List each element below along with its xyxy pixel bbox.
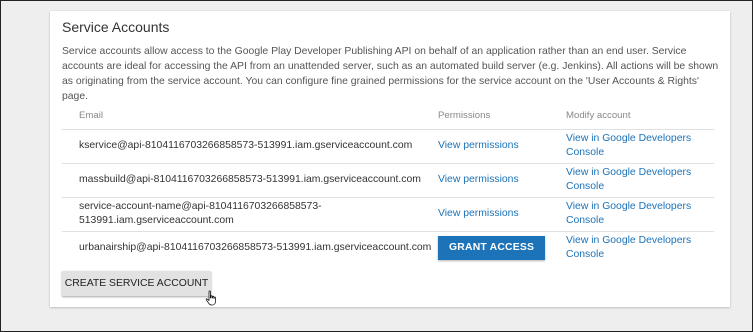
table-header-row: Email Permissions Modify account	[62, 102, 714, 129]
section-title: Service Accounts	[62, 19, 170, 35]
view-permissions-link[interactable]: View permissions	[438, 140, 519, 151]
table-row: service-account-name@api-810411670326685…	[62, 196, 714, 231]
permissions-column-header: Permissions	[438, 109, 491, 121]
grant-access-button[interactable]: GRANT ACCESS	[438, 236, 546, 261]
account-email: kservice@api-8104116703266858573-513991.…	[62, 128, 438, 163]
account-email: massbuild@api-8104116703266858573-513991…	[62, 162, 438, 197]
view-in-developers-console-link[interactable]: View in Google Developers Console	[566, 235, 691, 260]
view-permissions-link[interactable]: View permissions	[438, 174, 519, 185]
account-email: urbanairship@api-8104116703266858573-513…	[62, 230, 438, 265]
screenshot-frame: Service Accounts Service accounts allow …	[0, 0, 753, 332]
table-row: kservice@api-8104116703266858573-513991.…	[62, 128, 714, 163]
hand-pointer-icon	[205, 290, 216, 306]
view-permissions-link[interactable]: View permissions	[438, 208, 519, 219]
email-column-header: Email	[79, 109, 103, 121]
modify-column-header: Modify account	[566, 109, 631, 121]
service-accounts-card: Service Accounts Service accounts allow …	[50, 11, 730, 307]
table-row: massbuild@api-8104116703266858573-513991…	[62, 162, 714, 197]
view-in-developers-console-link[interactable]: View in Google Developers Console	[566, 167, 691, 192]
table-row: urbanairship@api-8104116703266858573-513…	[62, 230, 714, 265]
account-email: service-account-name@api-810411670326685…	[62, 196, 438, 231]
view-in-developers-console-link[interactable]: View in Google Developers Console	[566, 133, 691, 158]
service-accounts-table: Email Permissions Modify account kservic…	[62, 102, 714, 265]
view-in-developers-console-link[interactable]: View in Google Developers Console	[566, 201, 691, 226]
create-service-account-button[interactable]: CREATE SERVICE ACCOUNT	[62, 271, 211, 296]
section-description: Service accounts allow access to the Goo…	[62, 46, 719, 102]
